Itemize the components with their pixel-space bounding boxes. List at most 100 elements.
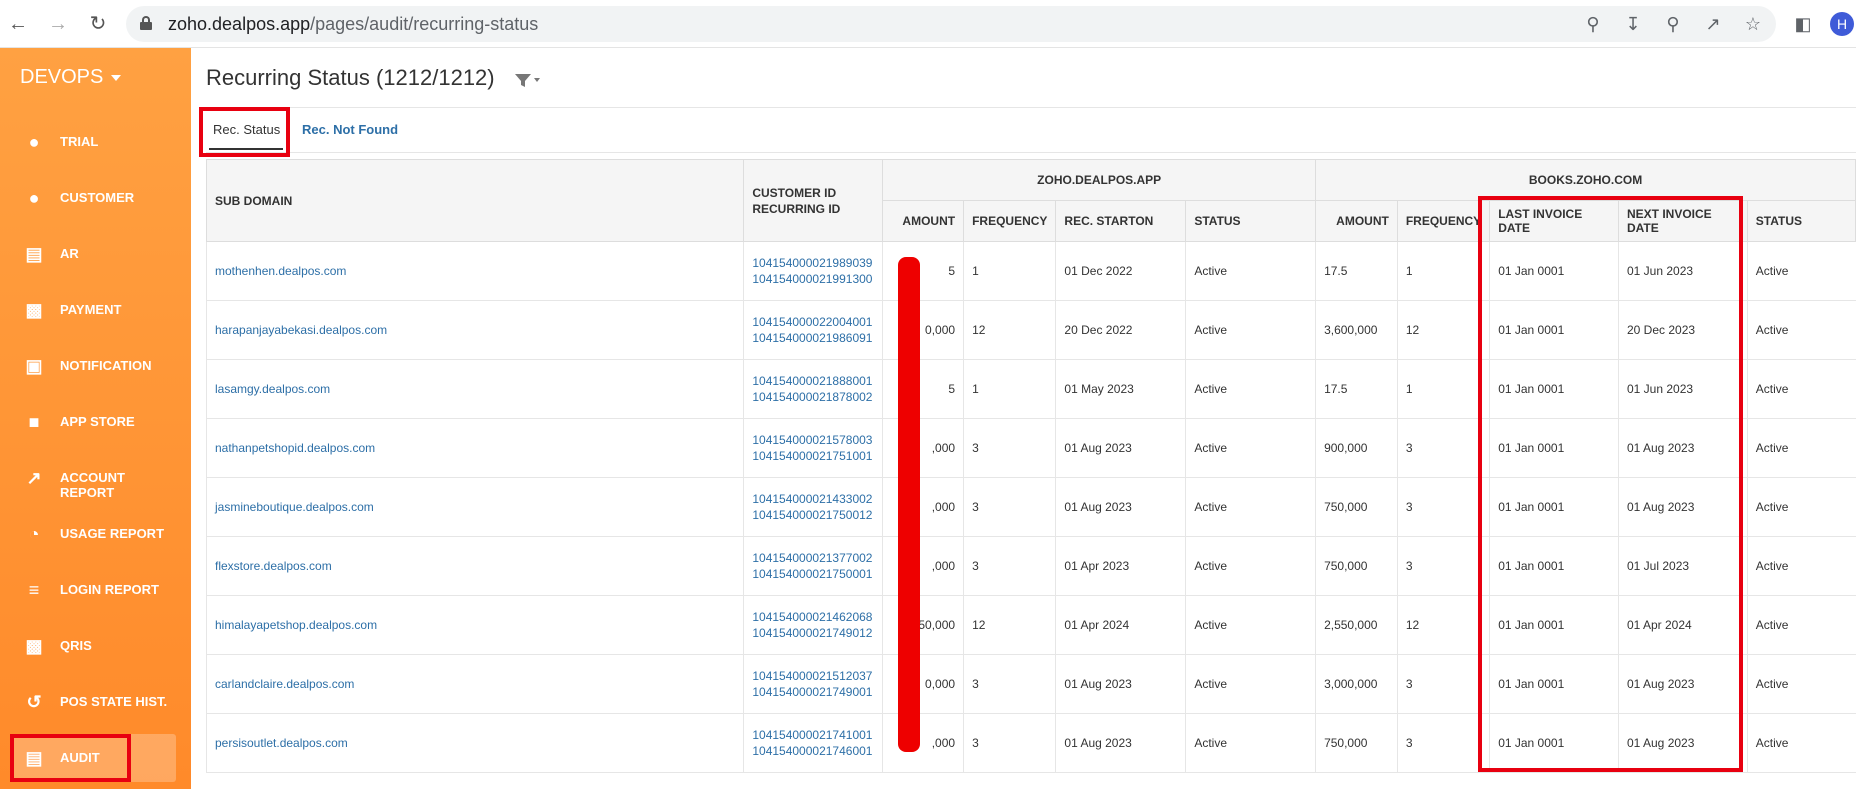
sub-domain-link[interactable]: nathanpetshopid.dealpos.com: [205, 418, 744, 478]
list-chart-icon: ≡: [28, 580, 40, 600]
person-icon: ●: [28, 132, 40, 152]
cell-status: Active: [1185, 241, 1316, 301]
recurring-id-link[interactable]: 104154000021751001: [752, 448, 874, 464]
sidebar: DEVOPS ● TRIAL ● CUSTOMER ▤ AR ▩ PAYMENT ▣ NO…: [0, 48, 191, 789]
customer-id-link[interactable]: 104154000021578003: [752, 432, 874, 448]
sidebar-item-qris[interactable]: ▩ QRIS: [10, 622, 176, 670]
col-books-status[interactable]: STATUS: [1746, 200, 1856, 242]
cell-books-frequency: 3: [1396, 654, 1490, 714]
cell-books-status: Active: [1746, 241, 1856, 301]
store-icon: ■: [28, 412, 40, 432]
sidepanel-icon[interactable]: ◧: [1792, 13, 1814, 35]
divider: [206, 152, 1856, 153]
customer-id-link[interactable]: 104154000021989039: [752, 255, 874, 271]
customer-id-link[interactable]: 104154000021512037: [752, 668, 874, 684]
sidebar-item-app-store[interactable]: ■ APP STORE: [10, 398, 176, 446]
sidebar-item-account-report[interactable]: ↗ ACCOUNT REPORT: [10, 454, 176, 502]
share-icon[interactable]: ↗: [1702, 13, 1724, 35]
filter-icon[interactable]: [513, 70, 543, 90]
reload-icon[interactable]: ↻: [86, 12, 110, 36]
cell-frequency: 1: [963, 241, 1056, 301]
cell-frequency: 3: [963, 536, 1056, 596]
key-icon[interactable]: ⚲: [1582, 13, 1604, 35]
sub-domain-link[interactable]: himalayapetshop.dealpos.com: [205, 595, 744, 655]
sidebar-item-trial[interactable]: ● TRIAL: [10, 118, 176, 166]
cell-ids: 104154000021578003 104154000021751001: [743, 418, 883, 478]
divider: [206, 107, 1856, 108]
sidebar-item-label: PAYMENT: [60, 302, 122, 317]
recurring-id-link[interactable]: 104154000021746001: [752, 743, 874, 759]
cell-rec-starton: 01 Aug 2023: [1055, 418, 1186, 478]
cell-rec-starton: 01 Aug 2023: [1055, 654, 1186, 714]
sidebar-item-ar[interactable]: ▤ AR: [10, 230, 176, 278]
sub-domain-link[interactable]: persisoutlet.dealpos.com: [205, 713, 744, 773]
money-icon: ▩: [25, 636, 43, 656]
inbox-icon: ▣: [25, 356, 43, 376]
recurring-id-link[interactable]: 104154000021749012: [752, 625, 874, 641]
cell-ids: 104154000021888001 104154000021878002: [743, 359, 883, 419]
profile-avatar[interactable]: H: [1830, 12, 1854, 36]
back-arrow-icon[interactable]: ←: [6, 12, 30, 36]
sub-domain-link[interactable]: carlandclaire.dealpos.com: [205, 654, 744, 714]
col-rec-starton[interactable]: REC. STARTON: [1055, 200, 1187, 242]
forward-arrow-icon[interactable]: →: [46, 12, 70, 36]
sidebar-item-usage-report[interactable]: ◔ USAGE REPORT: [10, 510, 176, 558]
col-customer-recurring-id[interactable]: CUSTOMER ID RECURRING ID: [743, 159, 884, 242]
cell-books-amount: 17.5: [1315, 359, 1398, 419]
sub-domain-link[interactable]: mothenhen.dealpos.com: [205, 241, 744, 301]
customer-id-link[interactable]: 104154000022004001: [752, 314, 874, 330]
sidebar-item-label: USAGE REPORT: [60, 526, 165, 541]
cell-books-frequency: 1: [1396, 241, 1490, 301]
cell-books-amount: 750,000: [1315, 477, 1398, 537]
customer-id-link[interactable]: 104154000021433002: [752, 491, 874, 507]
recurring-id-link[interactable]: 104154000021749001: [752, 684, 874, 700]
cell-frequency: 3: [963, 654, 1056, 714]
zoom-icon[interactable]: ⚲: [1662, 13, 1684, 35]
address-bar[interactable]: zoho.dealpos.app/pages/audit/recurring-s…: [126, 6, 1776, 42]
recurring-id-link[interactable]: 104154000021986091: [752, 330, 874, 346]
tab-highlight-box: [199, 107, 290, 157]
sidebar-item-notification[interactable]: ▣ NOTIFICATION: [10, 342, 176, 390]
sidebar-item-pos-state-hist[interactable]: ↺ POS STATE HIST.: [10, 678, 176, 726]
customer-id-link[interactable]: 104154000021377002: [752, 550, 874, 566]
cell-books-frequency: 1: [1396, 359, 1490, 419]
cell-ids: 104154000021741001 104154000021746001: [743, 713, 883, 773]
sub-domain-link[interactable]: harapanjayabekasi.dealpos.com: [205, 300, 744, 360]
cell-amount: ,000: [882, 713, 964, 773]
cell-status: Active: [1185, 477, 1316, 537]
customer-id-link[interactable]: 104154000021462068: [752, 609, 874, 625]
cell-books-amount: 3,000,000: [1315, 654, 1398, 714]
col-status[interactable]: STATUS: [1185, 200, 1317, 242]
col-books-frequency[interactable]: FREQUENCY: [1396, 200, 1491, 242]
cell-rec-starton: 20 Dec 2022: [1055, 300, 1186, 360]
sub-domain-link[interactable]: flexstore.dealpos.com: [205, 536, 744, 596]
sidebar-item-customer[interactable]: ● CUSTOMER: [10, 174, 176, 222]
recurring-id-link[interactable]: 104154000021750001: [752, 566, 874, 582]
sub-domain-link[interactable]: jasmineboutique.dealpos.com: [205, 477, 744, 537]
customer-id-link[interactable]: 104154000021888001: [752, 373, 874, 389]
cell-status: Active: [1185, 595, 1316, 655]
col-sub-domain[interactable]: SUB DOMAIN: [205, 159, 745, 242]
sidebar-item-payment[interactable]: ▩ PAYMENT: [10, 286, 176, 334]
cell-amount: ,000: [882, 418, 964, 478]
col-frequency[interactable]: FREQUENCY: [963, 200, 1057, 242]
col-amount[interactable]: AMOUNT: [882, 200, 965, 242]
cell-frequency: 12: [963, 595, 1056, 655]
cell-books-status: Active: [1746, 418, 1856, 478]
install-icon[interactable]: ↧: [1622, 13, 1644, 35]
cell-amount: 5: [882, 359, 964, 419]
recurring-id-link[interactable]: 104154000021991300: [752, 271, 874, 287]
col-books-amount[interactable]: AMOUNT: [1315, 200, 1398, 242]
cell-frequency: 3: [963, 713, 1056, 773]
customer-id-link[interactable]: 104154000021741001: [752, 727, 874, 743]
sidebar-item-login-report[interactable]: ≡ LOGIN REPORT: [10, 566, 176, 614]
recurring-id-link[interactable]: 104154000021878002: [752, 389, 874, 405]
sidebar-item-label: POS STATE HIST.: [60, 694, 168, 709]
tab-rec-not-found[interactable]: Rec. Not Found: [302, 122, 398, 137]
star-icon[interactable]: ☆: [1742, 13, 1764, 35]
recurring-id-link[interactable]: 104154000021750012: [752, 507, 874, 523]
cell-rec-starton: 01 Aug 2023: [1055, 713, 1186, 773]
redaction-mark: [898, 257, 920, 752]
workspace-selector[interactable]: DEVOPS: [20, 66, 122, 89]
sub-domain-link[interactable]: lasamgy.dealpos.com: [205, 359, 744, 419]
